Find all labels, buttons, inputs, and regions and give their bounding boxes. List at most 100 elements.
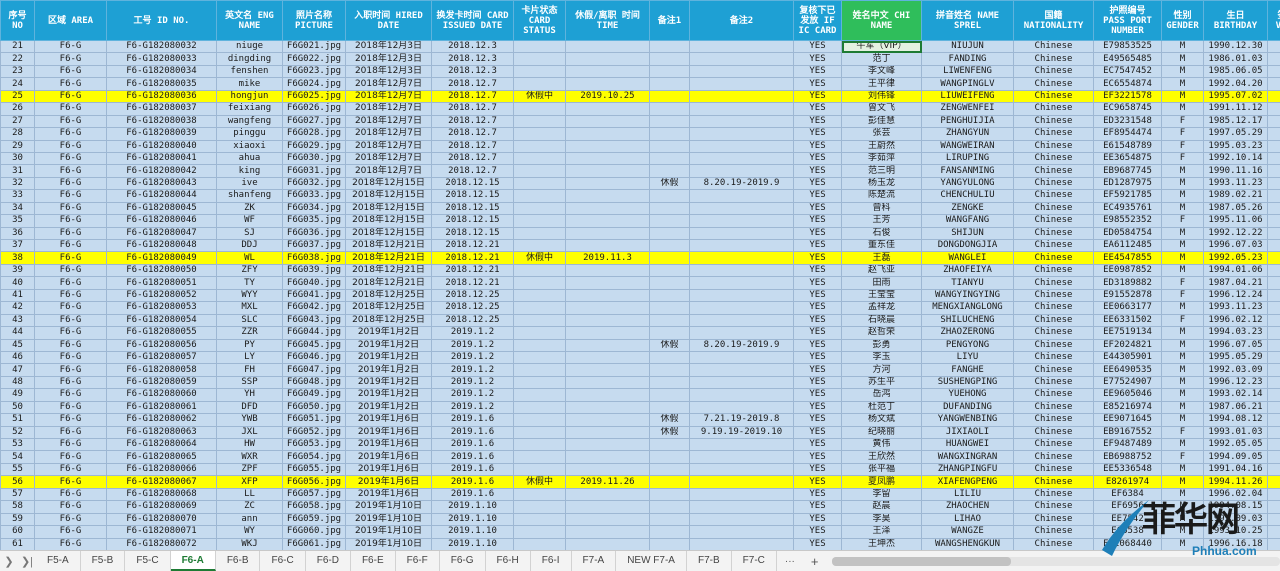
cell-pic[interactable]: F6G039.jpg xyxy=(282,263,346,278)
sheet-tab-f7-b[interactable]: F7-B xyxy=(687,551,732,571)
cell-pic[interactable]: F6G026.jpg xyxy=(282,102,346,116)
cell-card[interactable]: 2018.12.15 xyxy=(431,189,514,203)
cell-py[interactable]: JIXIAOLI xyxy=(921,425,1014,440)
cell-py[interactable]: FANSANMING xyxy=(921,164,1014,178)
cell-py[interactable]: YANGWENBING xyxy=(921,413,1014,427)
cell-note2[interactable]: 8.20.19-2019.9 xyxy=(689,176,794,191)
cell-visa[interactable]: 9 xyxy=(1267,139,1280,153)
cell-py[interactable]: WANGXINGRAN xyxy=(921,450,1014,464)
cell-card[interactable]: 2018.12.3 xyxy=(431,64,514,79)
cell-no[interactable]: 45 xyxy=(0,338,35,352)
cell-area[interactable]: F6-G xyxy=(34,64,107,79)
cell-hired[interactable]: 2018年12月7日 xyxy=(345,114,432,129)
cell-no[interactable]: 28 xyxy=(0,127,35,141)
cell-hired[interactable]: 2018年12月15日 xyxy=(345,189,432,203)
cell-leave[interactable] xyxy=(565,450,650,464)
cell-pic[interactable]: F6G027.jpg xyxy=(282,114,346,129)
cell-hired[interactable]: 2019年1月6日 xyxy=(345,462,432,477)
cell-area[interactable]: F6-G xyxy=(34,151,107,166)
cell-visa[interactable]: 9 xyxy=(1267,313,1280,328)
cell-bd[interactable]: 1996.12.24 xyxy=(1203,288,1268,303)
cell-pic[interactable]: F6G047.jpg xyxy=(282,363,346,377)
cell-py[interactable]: HUANGWEI xyxy=(921,437,1014,452)
cell-area[interactable]: F6-G xyxy=(34,363,107,377)
cell-ic[interactable]: YES xyxy=(793,52,842,66)
cell-eng[interactable]: mike xyxy=(216,77,283,91)
cell-note2[interactable] xyxy=(689,450,794,464)
cell-leave[interactable] xyxy=(565,39,650,54)
cell-note2[interactable] xyxy=(689,400,794,415)
cell-area[interactable]: F6-G xyxy=(34,326,107,340)
cell-hired[interactable]: 2018年12月15日 xyxy=(345,226,432,241)
cell-hired[interactable]: 2018年12月7日 xyxy=(345,139,432,153)
cell-nat[interactable]: Chinese xyxy=(1013,425,1094,440)
cell-note1[interactable] xyxy=(649,363,690,377)
cell-ic[interactable]: YES xyxy=(793,39,842,54)
cell-card[interactable]: 2019.1.2 xyxy=(431,400,514,415)
cell-card[interactable]: 2018.12.7 xyxy=(431,114,514,129)
cell-sex[interactable]: F xyxy=(1161,288,1204,303)
cell-chi[interactable]: 石俊 xyxy=(841,226,922,241)
cell-area[interactable]: F6-G xyxy=(34,77,107,91)
cell-chi[interactable]: 赵晨 xyxy=(841,500,922,514)
cell-hired[interactable]: 2019年1月2日 xyxy=(345,388,432,402)
cell-pic[interactable]: F6G045.jpg xyxy=(282,338,346,352)
cell-eng[interactable]: LY xyxy=(216,350,283,365)
cell-bd[interactable]: 1992.04.20 xyxy=(1203,77,1268,91)
cell-pp[interactable]: EC6554874 xyxy=(1093,77,1162,91)
cell-id[interactable]: F6-G182080032 xyxy=(106,39,217,54)
cell-nat[interactable]: Chinese xyxy=(1013,413,1094,427)
cell-chi[interactable]: 曾文飞 xyxy=(841,102,922,116)
cell-no[interactable]: 40 xyxy=(0,276,35,290)
cell-id[interactable]: F6-G182080062 xyxy=(106,413,217,427)
cell-area[interactable]: F6-G xyxy=(34,338,107,352)
cell-hired[interactable]: 2019年1月10日 xyxy=(345,512,432,527)
cell-status[interactable] xyxy=(513,238,566,253)
cell-pic[interactable]: F6G042.jpg xyxy=(282,301,346,315)
cell-ic[interactable]: YES xyxy=(793,338,842,352)
cell-note1[interactable] xyxy=(649,77,690,91)
cell-leave[interactable] xyxy=(565,151,650,166)
cell-ic[interactable]: YES xyxy=(793,201,842,216)
cell-sex[interactable]: M xyxy=(1161,64,1204,79)
cell-eng[interactable]: xiaoxi xyxy=(216,139,283,153)
cell-ic[interactable]: YES xyxy=(793,64,842,79)
cell-card[interactable]: 2018.12.21 xyxy=(431,238,514,253)
cell-sex[interactable]: M xyxy=(1161,89,1204,104)
sheet-tab-f5-b[interactable]: F5-B xyxy=(81,551,126,571)
cell-note2[interactable] xyxy=(689,238,794,253)
cell-leave[interactable] xyxy=(565,114,650,129)
cell-note2[interactable] xyxy=(689,102,794,116)
cell-nat[interactable]: Chinese xyxy=(1013,288,1094,303)
cell-area[interactable]: F6-G xyxy=(34,226,107,241)
cell-ic[interactable]: YES xyxy=(793,238,842,253)
scroll-tabs-last-icon[interactable]: ❯| xyxy=(18,555,36,568)
cell-pic[interactable]: F6G044.jpg xyxy=(282,326,346,340)
cell-no[interactable]: 22 xyxy=(0,52,35,66)
cell-pic[interactable]: F6G028.jpg xyxy=(282,127,346,141)
cell-status[interactable] xyxy=(513,176,566,191)
cell-no[interactable]: 58 xyxy=(0,500,35,514)
cell-hired[interactable]: 2018年12月3日 xyxy=(345,64,432,79)
cell-chi[interactable]: 王泽 xyxy=(841,525,922,539)
cell-nat[interactable]: Chinese xyxy=(1013,238,1094,253)
cell-hired[interactable]: 2019年1月6日 xyxy=(345,475,432,489)
cell-chi[interactable]: 王坤杰 xyxy=(841,537,922,550)
cell-leave[interactable] xyxy=(565,189,650,203)
cell-id[interactable]: F6-G182080045 xyxy=(106,201,217,216)
cell-py[interactable]: ZHAOZERONG xyxy=(921,326,1014,340)
cell-sex[interactable]: M xyxy=(1161,413,1204,427)
cell-py[interactable]: WANGFANG xyxy=(921,214,1014,228)
cell-nat[interactable]: Chinese xyxy=(1013,214,1094,228)
cell-chi[interactable]: 曾科 xyxy=(841,201,922,216)
cell-note2[interactable] xyxy=(689,164,794,178)
cell-pic[interactable]: F6G048.jpg xyxy=(282,375,346,390)
cell-chi[interactable]: 李文峰 xyxy=(841,64,922,79)
cell-no[interactable]: 29 xyxy=(0,139,35,153)
cell-status[interactable] xyxy=(513,375,566,390)
cell-visa[interactable]: 9 xyxy=(1267,151,1280,166)
cell-leave[interactable] xyxy=(565,375,650,390)
cell-py[interactable]: LIYU xyxy=(921,350,1014,365)
cell-status[interactable] xyxy=(513,226,566,241)
cell-pic[interactable]: F6G058.jpg xyxy=(282,500,346,514)
